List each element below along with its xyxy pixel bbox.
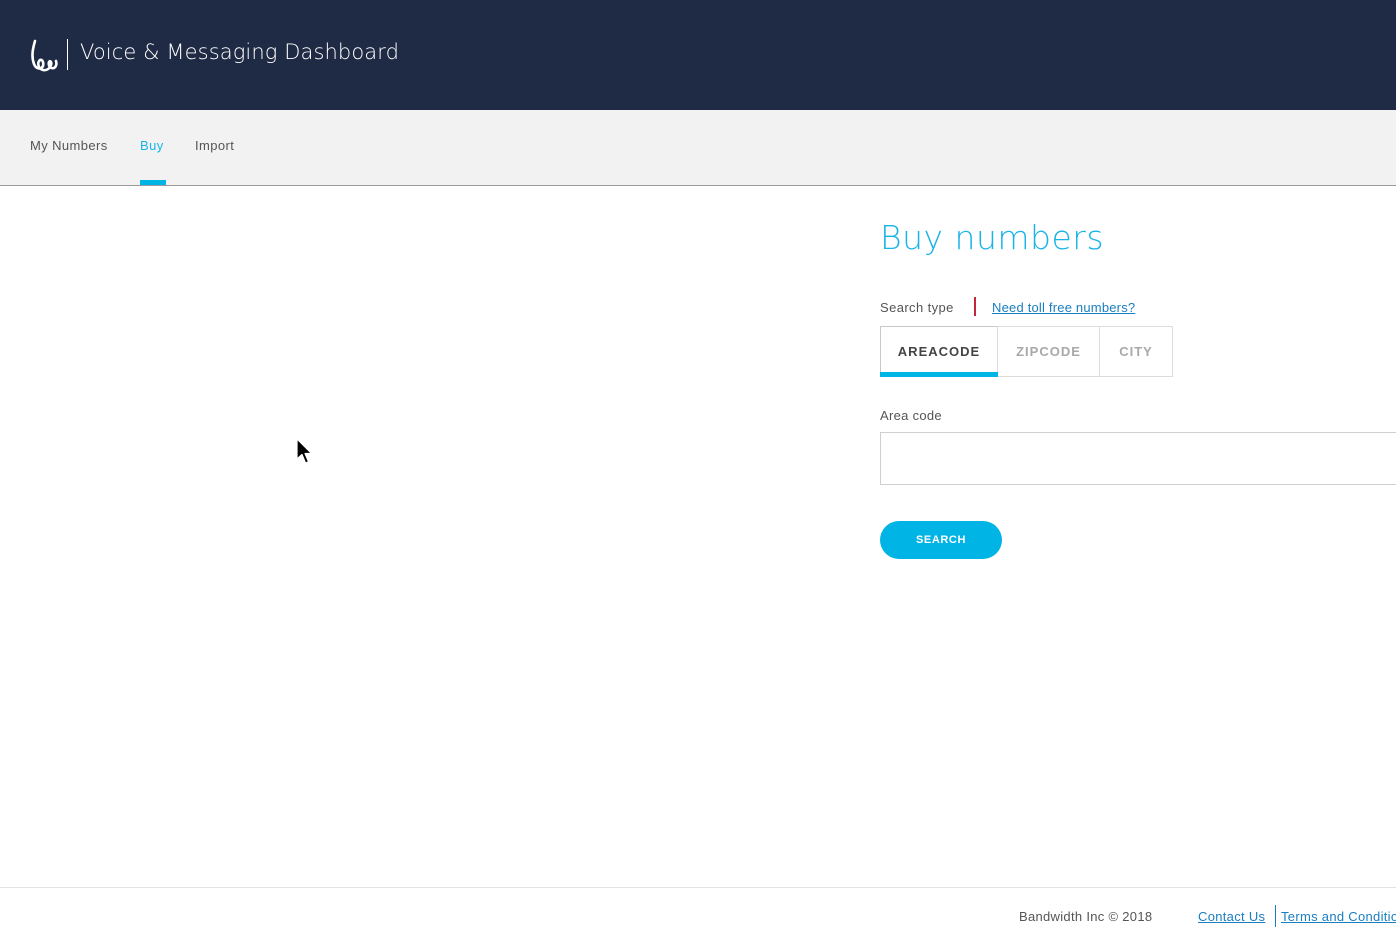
logo-divider — [67, 39, 68, 70]
terms-and-conditions-link[interactable]: Terms and Conditions — [1281, 909, 1396, 924]
top-header: Voice & Messaging Dashboard — [0, 0, 1396, 110]
page: Voice & Messaging Dashboard My Numbers B… — [0, 0, 1396, 944]
app-title: Voice & Messaging Dashboard — [80, 40, 400, 64]
footer-divider — [0, 887, 1396, 888]
area-code-input[interactable] — [880, 432, 1396, 485]
bandwidth-logo-icon[interactable] — [28, 38, 58, 72]
subnav-item-buy[interactable]: Buy — [140, 138, 164, 153]
search-type-selector: AREACODE ZIPCODE CITY — [880, 326, 1173, 377]
search-type-areacode[interactable]: AREACODE — [880, 326, 998, 377]
mouse-pointer-icon — [296, 438, 313, 464]
subnav-item-import[interactable]: Import — [195, 138, 234, 153]
active-tab-indicator — [140, 180, 166, 185]
search-type-city[interactable]: CITY — [1099, 326, 1173, 377]
toll-free-numbers-link[interactable]: Need toll free numbers? — [992, 300, 1135, 315]
search-type-active-indicator — [880, 372, 998, 377]
page-title: Buy numbers — [880, 218, 1105, 257]
terms-clip: Terms and Conditions — [1281, 906, 1396, 932]
copyright-text: Bandwidth Inc © 2018 — [1019, 909, 1153, 924]
sub-navigation: My Numbers Buy Import — [0, 110, 1396, 186]
area-code-label: Area code — [880, 408, 942, 423]
search-button[interactable]: SEARCH — [880, 521, 1002, 559]
subnav-item-my-numbers[interactable]: My Numbers — [30, 138, 108, 153]
search-type-zipcode[interactable]: ZIPCODE — [997, 326, 1100, 377]
search-type-label: Search type — [880, 300, 954, 315]
contact-us-link[interactable]: Contact Us — [1198, 909, 1265, 924]
footer-link-separator — [1275, 905, 1276, 927]
label-separator — [974, 297, 976, 316]
